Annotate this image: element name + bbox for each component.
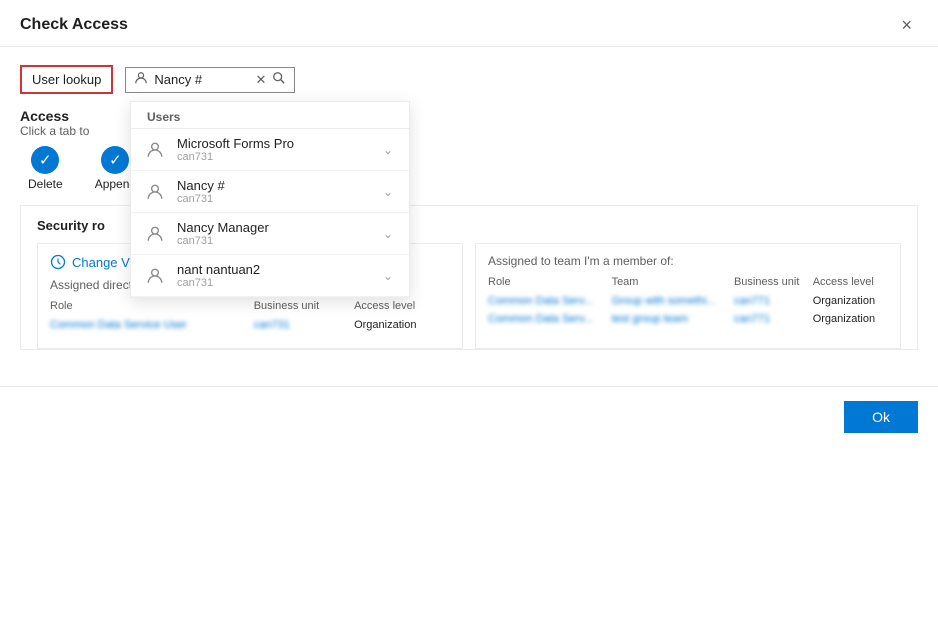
user-icon [143, 138, 167, 162]
table-row: Common Data Service User can731 Organiza… [50, 316, 450, 334]
unit-cell: can731 [254, 316, 354, 334]
dropdown-item-sub: can731 [177, 235, 269, 247]
role-col-header: Role [50, 298, 254, 316]
unit-value: can771 [734, 313, 770, 325]
dropdown-item[interactable]: Nancy # can731 ⌄ [131, 171, 409, 213]
access-col-header: Access level [813, 274, 888, 292]
user-icon [143, 264, 167, 288]
team-value: Group with somethi... [612, 295, 716, 307]
lookup-search-button[interactable] [272, 71, 286, 89]
unit-col-header: Business unit [734, 274, 813, 292]
user-small-icon [134, 71, 148, 88]
team-assignment-panel: Assigned to team I'm a member of: Role T… [475, 243, 901, 349]
role-cell: Common Data Serv... [488, 310, 612, 328]
unit-cell: can771 [734, 292, 813, 310]
dialog-header: Check Access × [0, 0, 938, 47]
unit-value: can771 [734, 295, 770, 307]
access-level-cell: Organization [813, 310, 888, 328]
team-col-header: Team [612, 274, 734, 292]
access-level-cell: Organization [813, 292, 888, 310]
chevron-down-icon: ⌄ [383, 227, 393, 241]
dropdown-item[interactable]: Nancy Manager can731 ⌄ [131, 213, 409, 255]
table-row: Common Data Serv... Group with somethi..… [488, 292, 888, 310]
dropdown-item-name: nant nantuan2 [177, 262, 260, 277]
dropdown-item-sub: can731 [177, 277, 260, 289]
top-row: User lookup Nancy # ✕ Users [20, 65, 918, 94]
role-col-header: Role [488, 274, 612, 292]
lookup-clear-button[interactable]: ✕ [255, 72, 266, 88]
dropdown-item[interactable]: nant nantuan2 can731 ⌄ [131, 255, 409, 297]
dropdown-item-name: Nancy # [177, 178, 225, 193]
user-icon [143, 222, 167, 246]
dropdown-list: Microsoft Forms Pro can731 ⌄ N [131, 129, 409, 297]
access-col-header: Access level [354, 298, 450, 316]
unit-col-header: Business unit [254, 298, 354, 316]
role-value: Common Data Serv... [488, 313, 593, 325]
dialog-title: Check Access [20, 16, 128, 34]
team-role-table: Role Team Business unit Access level Com… [488, 274, 888, 328]
role-value: Common Data Service User [50, 319, 187, 331]
dialog-footer: Ok [0, 386, 938, 449]
dropdown-item-name: Nancy Manager [177, 220, 269, 235]
lookup-value: Nancy # [154, 72, 249, 87]
access-icon-delete: ✓ Delete [28, 146, 63, 191]
unit-cell: can771 [734, 310, 813, 328]
table-row: Common Data Serv... test group team can7… [488, 310, 888, 328]
dropdown-item-name: Microsoft Forms Pro [177, 136, 294, 151]
team-cell: Group with somethi... [612, 292, 734, 310]
close-button[interactable]: × [895, 14, 918, 36]
dropdown-item-sub: can731 [177, 193, 225, 205]
dialog-body: User lookup Nancy # ✕ Users [0, 47, 938, 370]
role-cell: Common Data Serv... [488, 292, 612, 310]
users-dropdown: Users Microsoft Forms Pro can731 [130, 101, 410, 298]
team-cell: test group team [612, 310, 734, 328]
check-icon-delete: ✓ [31, 146, 59, 174]
user-icon [143, 180, 167, 204]
role-value: Common Data Serv... [488, 295, 593, 307]
dropdown-header: Users [131, 102, 409, 129]
assigned-team-label: Assigned to team I'm a member of: [488, 254, 888, 268]
direct-role-table: Role Business unit Access level Common D… [50, 298, 450, 334]
chevron-down-icon: ⌄ [383, 143, 393, 157]
delete-label: Delete [28, 177, 63, 191]
role-cell: Common Data Service User [50, 316, 254, 334]
unit-value: can731 [254, 319, 290, 331]
chevron-down-icon: ⌄ [383, 185, 393, 199]
check-icon-append: ✓ [101, 146, 129, 174]
chevron-down-icon: ⌄ [383, 269, 393, 283]
user-lookup-button[interactable]: User lookup [20, 65, 113, 94]
lookup-input-wrap: Nancy # ✕ [125, 67, 295, 93]
ok-button[interactable]: Ok [844, 401, 918, 433]
access-level-cell: Organization [354, 316, 450, 334]
team-value: test group team [612, 313, 688, 325]
check-access-dialog: Check Access × User lookup Nancy # ✕ Use… [0, 0, 938, 619]
dropdown-item[interactable]: Microsoft Forms Pro can731 ⌄ [131, 129, 409, 171]
dropdown-item-sub: can731 [177, 151, 294, 163]
